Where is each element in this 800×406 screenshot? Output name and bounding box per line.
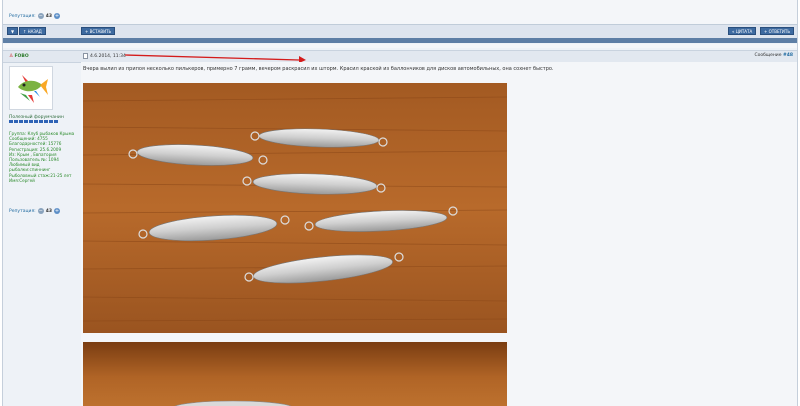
- divider-bar: [3, 38, 797, 43]
- spacer: [3, 44, 797, 48]
- previous-post-footer: Репутация: − 43 +: [3, 0, 797, 24]
- post-text: Вчера вылил из припоя несколько пилькеро…: [83, 66, 554, 72]
- reputation-plus-icon[interactable]: +: [53, 13, 60, 19]
- post-date: 4.6.2014, 11:34: [83, 53, 126, 59]
- reputation-value: 43: [45, 13, 52, 19]
- post-number-link[interactable]: #48: [783, 53, 793, 58]
- rank-star-icon: [19, 120, 23, 123]
- insert-button[interactable]: + ВСТАВИТЬ: [81, 27, 116, 35]
- post-document-icon: [83, 53, 88, 59]
- rank-star-icon: [14, 120, 18, 123]
- reputation-label: Репутация:: [9, 13, 36, 19]
- rank-star-icon: [9, 120, 13, 123]
- rank-star-icon: [44, 120, 48, 123]
- photo-second-lures[interactable]: [83, 342, 507, 406]
- post-number: Сообщение #48: [754, 53, 793, 58]
- rank-star-icon: [49, 120, 53, 123]
- rank-star-icon: [29, 120, 33, 123]
- author-name: FOBO: [14, 53, 29, 59]
- user-rank-stars: [9, 120, 58, 123]
- back-button[interactable]: ↑ НАЗАД: [19, 27, 46, 35]
- reputation-label: Репутация:: [9, 208, 36, 214]
- rank-star-icon: [39, 120, 43, 123]
- reputation-plus-icon[interactable]: +: [53, 208, 60, 214]
- user-info-column: Полезный форумчанин Группа: Клуб рыбаков…: [3, 62, 77, 406]
- quote-button[interactable]: « ЦИТАТА: [728, 27, 757, 35]
- reputation-minus-icon[interactable]: −: [37, 208, 44, 214]
- user-details: Группа: Клуб рыбаков Крыма Сообщений: 47…: [9, 131, 74, 183]
- collapse-button[interactable]: ▼: [7, 27, 19, 35]
- post-toolbar: ▼ ↑ НАЗАД + ВСТАВИТЬ « ЦИТАТА + ОТВЕТИТЬ: [3, 24, 797, 39]
- reply-button[interactable]: + ОТВЕТИТЬ: [760, 27, 795, 35]
- avatar[interactable]: [9, 66, 53, 110]
- post-author[interactable]: ♙ FOBO: [9, 53, 29, 59]
- rank-star-icon: [24, 120, 28, 123]
- post-content: Вчера вылил из припоя несколько пилькеро…: [81, 62, 797, 406]
- forum-page: Репутация: − 43 + ▼ ↑ НАЗАД + ВСТАВИТЬ «…: [2, 0, 798, 406]
- user-name: Имя:Сергей: [9, 177, 35, 183]
- red-arrow-annotation-icon: [124, 54, 306, 63]
- fish-logo-icon: [10, 67, 52, 109]
- reputation-minus-icon[interactable]: −: [37, 13, 44, 19]
- reputation-value: 43: [45, 208, 52, 214]
- photo-lures-on-wood[interactable]: [83, 83, 507, 333]
- post-date-text: 4.6.2014, 11:34: [90, 53, 126, 59]
- post-number-label: Сообщение: [754, 53, 782, 58]
- rank-star-icon: [54, 120, 58, 123]
- reputation-user: Репутация: − 43 +: [9, 208, 60, 214]
- user-online-icon: ♙: [9, 53, 14, 59]
- reputation-top: Репутация: − 43 +: [9, 13, 60, 19]
- rank-star-icon: [34, 120, 38, 123]
